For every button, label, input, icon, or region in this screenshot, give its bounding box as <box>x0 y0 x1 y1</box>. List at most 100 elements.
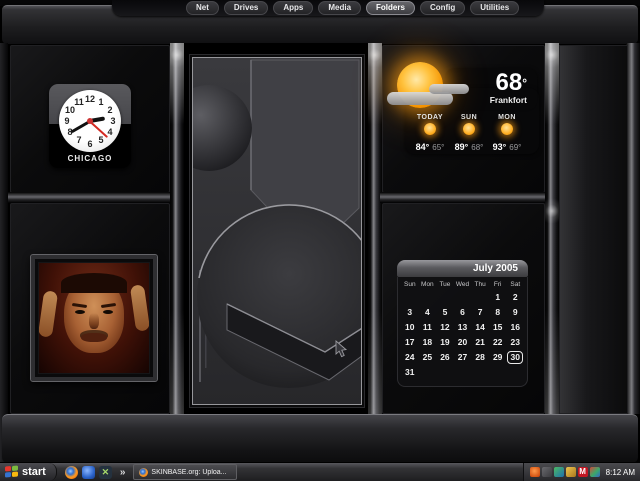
color-app-icon[interactable] <box>553 467 564 477</box>
gold-app-icon[interactable] <box>565 467 576 477</box>
calendar-day[interactable]: 18 <box>419 335 437 350</box>
clock-center-cap <box>87 118 93 124</box>
calendar-title: July 2005 <box>397 260 528 277</box>
calendar-day[interactable]: 14 <box>471 320 489 335</box>
forecast-high: 93° <box>492 142 507 152</box>
day-header: Wed <box>455 281 470 288</box>
calendar-day[interactable]: 27 <box>454 350 472 365</box>
calendar-day-headers: Sun Mon Tue Wed Thu Fri Sat <box>401 279 524 290</box>
calendar-blank <box>506 365 524 380</box>
calendar-day[interactable]: 24 <box>401 350 419 365</box>
clock-numeral: 3 <box>110 116 116 126</box>
forecast-sun-icon <box>501 123 513 135</box>
calendar-week: 31 <box>401 365 524 380</box>
calendar-day[interactable]: 3 <box>401 305 419 320</box>
calendar-day-selected[interactable]: 30 <box>506 350 524 365</box>
calendar-week: 3 4 5 6 7 8 9 <box>401 305 524 320</box>
calendar-day[interactable]: 29 <box>489 350 507 365</box>
horizontal-divider <box>8 192 170 203</box>
calendar-day[interactable]: 23 <box>506 335 524 350</box>
portrait-panel <box>10 203 170 414</box>
calendar-day[interactable]: 8 <box>489 305 507 320</box>
portrait-eye <box>103 310 113 314</box>
clock-widget: 12 1 2 3 4 5 6 7 8 9 10 11 CHICAGO <box>49 84 131 168</box>
tab-config[interactable]: Config <box>419 1 466 15</box>
calendar-day[interactable]: 10 <box>401 320 419 335</box>
calendar-day[interactable]: 25 <box>419 350 437 365</box>
task-button-skinbase[interactable]: SKINBASE.org: Uploa... <box>133 464 238 480</box>
calendar-day[interactable]: 11 <box>419 320 437 335</box>
clock-city-label: CHICAGO <box>67 154 113 163</box>
forecast-today: TODAY 84° 65° <box>408 114 452 155</box>
bottom-metal-bar <box>2 414 638 463</box>
calendar-blank <box>419 290 437 305</box>
firefox-icon[interactable] <box>64 465 78 479</box>
portrait-nose <box>89 313 99 329</box>
calendar-day[interactable]: 19 <box>436 335 454 350</box>
left-edge-strip <box>0 43 8 462</box>
calendar-day[interactable]: 5 <box>436 305 454 320</box>
calendar-blank <box>454 290 472 305</box>
firefox-icon <box>139 467 149 477</box>
menu-bar: Net Drives Apps Media Folders Config Uti… <box>186 1 520 15</box>
vertical-divider <box>368 43 382 414</box>
calendar-day[interactable]: 1 <box>489 290 507 305</box>
calendar-day[interactable]: 20 <box>454 335 472 350</box>
portrait-brow <box>100 302 117 309</box>
tab-apps[interactable]: Apps <box>273 1 314 15</box>
multicolor-app-icon[interactable] <box>589 467 600 477</box>
calendar-day[interactable]: 31 <box>401 365 419 380</box>
day-header: Sat <box>510 281 521 288</box>
clock-numeral: 9 <box>64 116 70 126</box>
windows-flag-icon <box>5 465 18 479</box>
portrait-brow <box>71 302 88 309</box>
quick-launch: ✕ » <box>64 465 126 479</box>
calendar-day[interactable]: 7 <box>471 305 489 320</box>
calendar-week: 10 11 12 13 14 15 16 <box>401 320 524 335</box>
forecast-low: 69° <box>509 143 522 152</box>
calendar-blank <box>471 365 489 380</box>
calendar-week: 17 18 19 20 21 22 23 <box>401 335 524 350</box>
x-app-icon[interactable]: ✕ <box>98 465 112 479</box>
tab-utilities[interactable]: Utilities <box>470 1 520 15</box>
forecast-day-label: MON <box>498 114 516 121</box>
calendar-day[interactable]: 6 <box>454 305 472 320</box>
calendar-day[interactable]: 22 <box>489 335 507 350</box>
calendar-day[interactable]: 4 <box>419 305 437 320</box>
analog-clock-face: 12 1 2 3 4 5 6 7 8 9 10 11 <box>59 90 121 152</box>
calendar-day[interactable]: 13 <box>454 320 472 335</box>
day-header: Fri <box>493 281 502 288</box>
calendar-day[interactable]: 9 <box>506 305 524 320</box>
calendar-day[interactable]: 12 <box>436 320 454 335</box>
forecast-sun-icon <box>424 123 436 135</box>
clock-numeral: 6 <box>87 139 93 149</box>
flame-icon[interactable] <box>529 467 540 477</box>
calendar-day[interactable]: 17 <box>401 335 419 350</box>
tray-clock: 8:12 AM <box>605 467 635 477</box>
start-button[interactable]: start <box>0 463 57 481</box>
calendar-day[interactable]: 21 <box>471 335 489 350</box>
blue-app-icon[interactable] <box>81 465 95 479</box>
forecast-day-label: TODAY <box>416 114 444 121</box>
vertical-divider <box>545 43 559 414</box>
tab-net[interactable]: Net <box>186 1 219 15</box>
forecast-sun-icon <box>463 123 475 135</box>
calendar-day[interactable]: 26 <box>436 350 454 365</box>
tab-folders[interactable]: Folders <box>366 1 415 15</box>
calendar-day[interactable]: 16 <box>506 320 524 335</box>
day-header: Sun <box>404 281 416 288</box>
calendar-day[interactable]: 15 <box>489 320 507 335</box>
tab-drives[interactable]: Drives <box>223 1 269 15</box>
horizontal-divider <box>380 192 545 203</box>
calendar-day[interactable]: 2 <box>506 290 524 305</box>
m-red-icon[interactable]: M <box>577 467 588 477</box>
tab-media[interactable]: Media <box>318 1 362 15</box>
calendar-day[interactable]: 28 <box>471 350 489 365</box>
portrait-photo <box>39 263 149 373</box>
degree-symbol: ° <box>522 76 527 90</box>
overflow-chevron-icon[interactable]: » <box>120 467 126 478</box>
day-header: Tue <box>439 281 451 288</box>
gray-app-icon[interactable] <box>541 467 552 477</box>
taskbar: start ✕ » SKINBASE.org: Uploa... M 8:12 … <box>0 462 640 481</box>
calendar-blank <box>454 365 472 380</box>
